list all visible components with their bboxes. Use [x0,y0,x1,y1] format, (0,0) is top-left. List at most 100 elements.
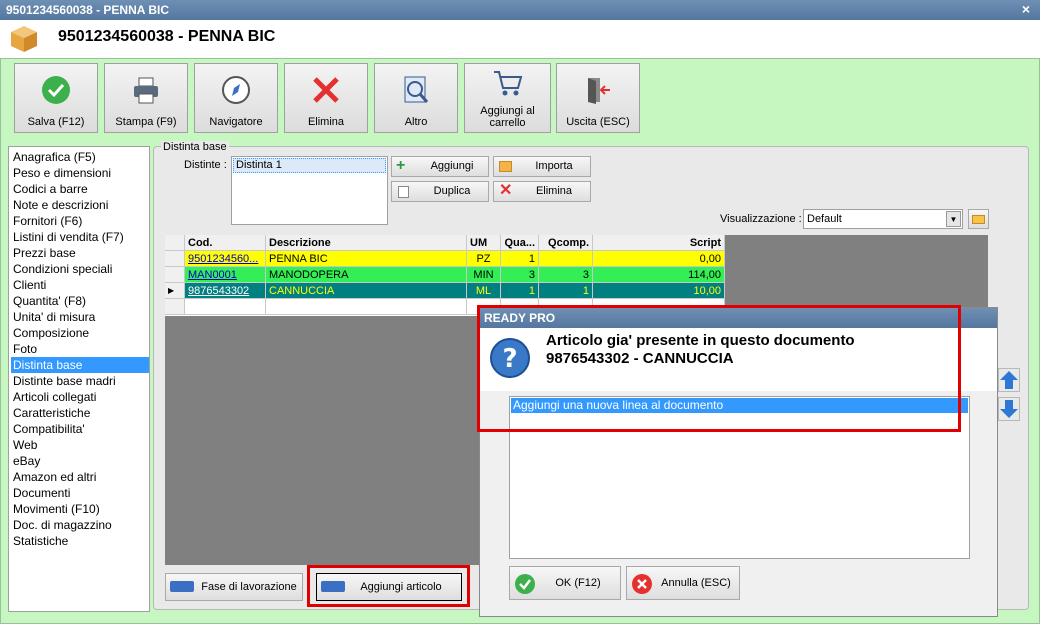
table-cell: 3 [539,267,593,283]
view-select[interactable]: Default ▼ [803,209,963,229]
distinte-item[interactable]: Distinta 1 [233,158,386,173]
empty-cell[interactable] [185,299,266,315]
code-link[interactable]: 9876543302 [185,283,266,299]
check-icon [42,76,70,104]
view-label: Visualizzazione : [720,213,802,225]
sidebar-item[interactable]: Composizione [13,325,89,341]
window-title: 9501234560038 - PENNA BIC [6,3,169,17]
arrow-up-icon [1000,371,1018,389]
table-cell: PZ [467,251,501,267]
table-cell: 1 [501,251,539,267]
duplicate-button[interactable]: Duplica [391,181,489,202]
import-button[interactable]: Importa [493,156,591,177]
printer-icon [134,77,158,104]
other-button[interactable]: Altro [374,63,458,133]
sidebar-item[interactable]: Distinte base madri [13,373,116,389]
sidebar-item[interactable]: Articoli collegati [13,389,96,405]
move-down-button[interactable] [998,397,1020,421]
row-indicator [165,251,185,267]
sidebar-item[interactable]: Distinta base [11,357,149,373]
duplicate-icon [398,186,409,198]
print-button[interactable]: Stampa (F9) [104,63,188,133]
sidebar-item[interactable]: Doc. di magazzino [13,517,112,533]
column-header[interactable]: UM [467,235,501,251]
folder-button[interactable] [968,209,989,229]
cancel-icon [632,574,652,594]
page-title: 9501234560038 - PENNA BIC [58,28,276,45]
sidebar-item[interactable]: eBay [13,453,40,469]
phase-icon [170,581,194,592]
save-button[interactable]: Salva (F12) [14,63,98,133]
table-cell: 0,00 [593,251,725,267]
highlight-dialog [477,305,961,432]
sidebar-item[interactable]: Caratteristiche [13,405,90,421]
sidebar-item[interactable]: Listini di vendita (F7) [13,229,124,245]
table-cell: 114,00 [593,267,725,283]
table-cell [539,251,593,267]
column-header[interactable]: Descrizione [266,235,467,251]
sidebar-item[interactable]: Web [13,437,37,453]
folder-icon [972,215,985,224]
cart-icon [493,71,522,96]
sidebar: Anagrafica (F5) Peso e dimensioni Codici a… [8,146,150,612]
sidebar-item[interactable]: Unita' di misura [13,309,95,325]
sidebar-item[interactable]: Documenti [13,485,70,501]
empty-cell[interactable] [266,299,467,315]
column-header[interactable]: Qcomp. [539,235,593,251]
ok-button[interactable]: OK (F12) [509,566,621,600]
table-cell: ML [467,283,501,299]
code-link[interactable]: 9501234560... [185,251,266,267]
move-up-button[interactable] [998,368,1020,392]
column-header[interactable]: Cod. [185,235,266,251]
grid-corner [165,235,185,251]
sidebar-item[interactable]: Foto [13,341,37,357]
column-header[interactable]: Script [593,235,725,251]
chevron-down-icon[interactable]: ▼ [946,211,961,227]
sidebar-item[interactable]: Quantita' (F8) [13,293,86,309]
row-indicator [165,267,185,283]
row-indicator [165,299,185,315]
magnifier-icon [404,76,429,103]
add-distinta-button[interactable]: + Aggiungi [391,156,489,177]
table-cell: MIN [467,267,501,283]
check-icon [515,574,535,594]
sidebar-item[interactable]: Amazon ed altri [13,469,96,485]
table-cell: CANNUCCIA [266,283,467,299]
phase-button[interactable]: Fase di lavorazione [165,573,303,601]
column-header[interactable]: Qua... [501,235,539,251]
sidebar-item[interactable]: Peso e dimensioni [13,165,111,181]
exit-button[interactable]: Uscita (ESC) [556,63,640,133]
arrow-down-icon [1000,400,1018,418]
window-titlebar: 9501234560038 - PENNA BIC × [0,0,1040,20]
sidebar-item[interactable]: Fornitori (F6) [13,213,82,229]
sidebar-item[interactable]: Movimenti (F10) [13,501,100,517]
table-cell: 3 [501,267,539,283]
group-title: Distinta base [161,141,229,153]
table-cell: 10,00 [593,283,725,299]
delete-button[interactable]: Elimina [284,63,368,133]
delete-x-icon [313,77,339,103]
sidebar-item[interactable]: Note e descrizioni [13,197,108,213]
import-icon [499,161,512,172]
distinte-label: Distinte : [184,159,227,171]
close-icon[interactable]: × [1022,1,1030,17]
sidebar-item[interactable]: Condizioni speciali [13,261,112,277]
compass-icon [222,76,250,104]
navigator-button[interactable]: Navigatore [194,63,278,133]
box-icon [11,26,37,52]
sidebar-item[interactable]: Clienti [13,277,46,293]
distinte-list[interactable]: Distinta 1 [231,156,388,225]
table-cell: PENNA BIC [266,251,467,267]
sidebar-item[interactable]: Anagrafica (F5) [13,149,96,165]
sidebar-item[interactable]: Codici a barre [13,181,88,197]
code-link[interactable]: MAN0001 [185,267,266,283]
add-to-cart-button[interactable]: Aggiungi al carrello [464,63,551,133]
plus-icon: + [396,157,406,174]
delete-distinta-button[interactable]: ✕ Elimina [493,181,591,202]
cancel-button[interactable]: Annulla (ESC) [626,566,740,600]
highlight-add-article [307,565,470,607]
sidebar-item[interactable]: Compatibilita' [13,421,85,437]
sidebar-item[interactable]: Prezzi base [13,245,76,261]
sidebar-item[interactable]: Statistiche [13,533,68,549]
exit-door-icon [588,78,610,104]
